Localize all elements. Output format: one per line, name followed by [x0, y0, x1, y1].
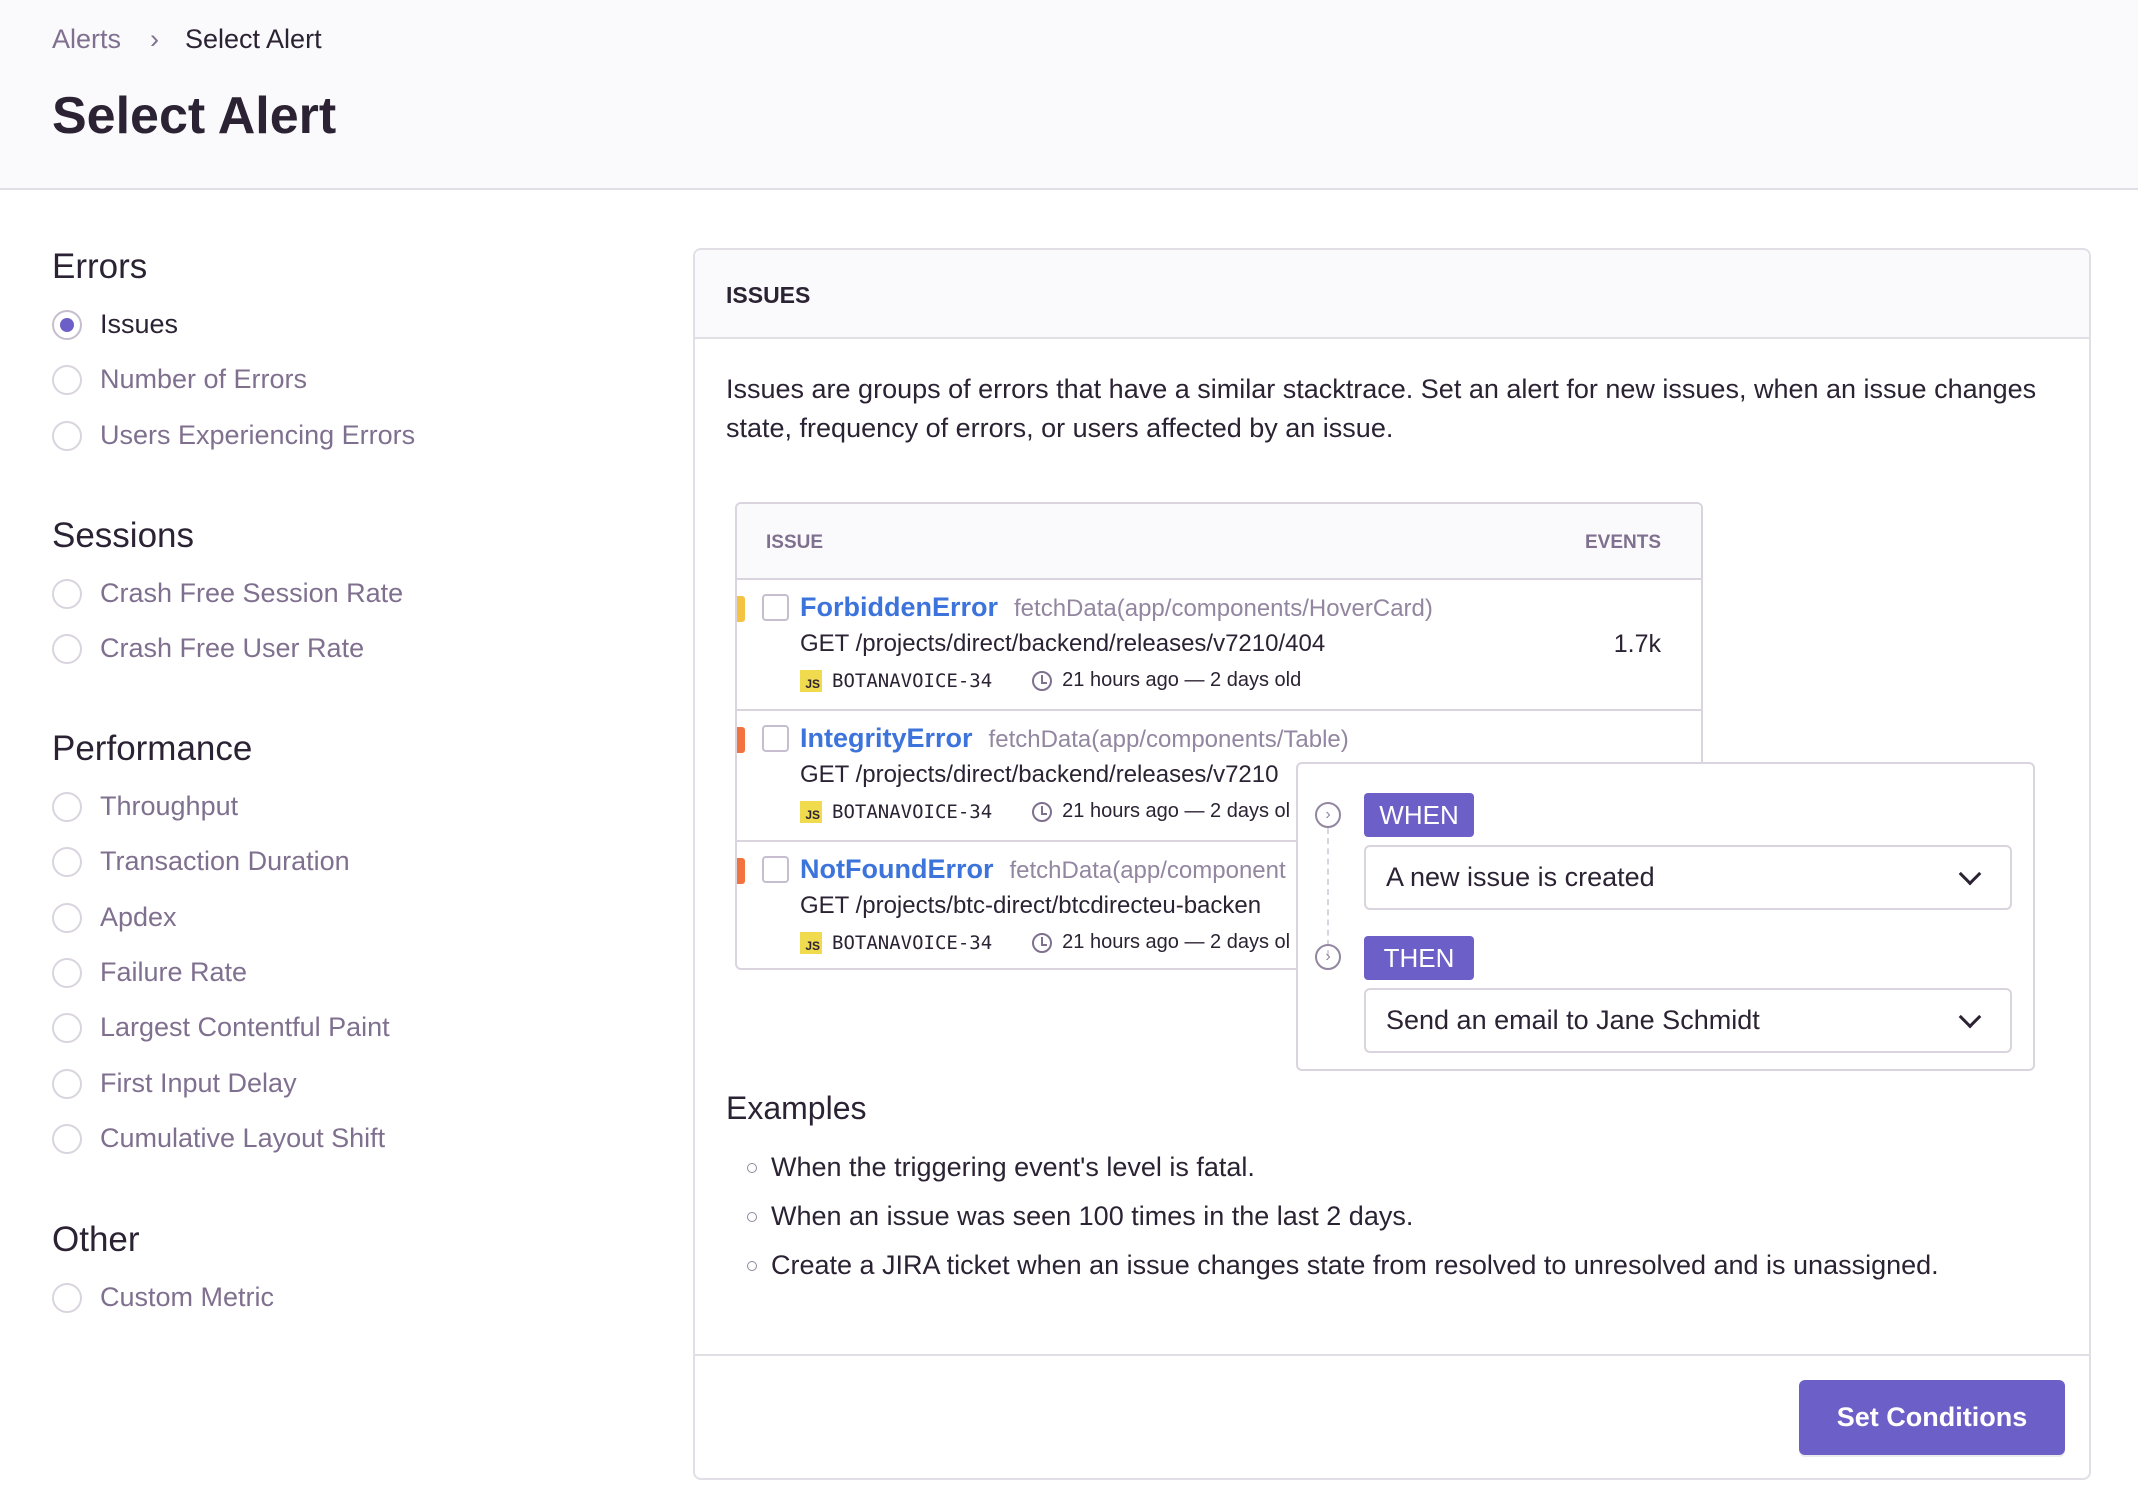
panel-description: Issues are groups of errors that have a …: [726, 374, 2037, 443]
section-title: Other: [52, 1220, 140, 1259]
bullet-icon: [747, 1260, 757, 1271]
page-title: Select Alert: [52, 87, 337, 145]
radio-button[interactable]: [52, 957, 82, 988]
column-issue: ISSUE: [766, 532, 824, 553]
clock-icon: [1032, 932, 1053, 953]
project-id: BOTANAVOICE-34: [832, 931, 993, 954]
issue-title[interactable]: IntegrityError fetchData(app/components/T…: [800, 723, 1349, 754]
clock-icon: [1032, 801, 1053, 822]
radio-button[interactable]: [52, 792, 82, 822]
javascript-icon: JS: [800, 669, 822, 692]
javascript-icon: JS: [800, 931, 822, 954]
alert-type-option[interactable]: Failure Rate: [100, 957, 247, 988]
radio-button[interactable]: [52, 579, 82, 609]
project-id: BOTANAVOICE-34: [832, 800, 993, 823]
issue-type: NotFoundError: [800, 854, 994, 884]
issue-age: 21 hours ago — 2 days old: [1062, 669, 1302, 691]
alert-type-option[interactable]: Number of Errors: [100, 364, 307, 395]
issue-message: GET /projects/direct/backend/releases/v7…: [800, 630, 1326, 657]
level-indicator: [737, 727, 745, 753]
issue-message: GET /projects/btc-direct/btcdirecteu-bac…: [800, 892, 1262, 919]
radio-button[interactable]: [52, 1283, 82, 1313]
radio-button[interactable]: [52, 902, 82, 933]
issue-meta: JS BOTANAVOICE-34 21 hours ago — 2 days ol…: [800, 669, 1301, 692]
alert-type-option[interactable]: Transaction Duration: [100, 846, 350, 877]
alert-type-option[interactable]: Largest Contentful Paint: [100, 1012, 390, 1043]
step-connector: [1327, 828, 1329, 956]
then-value: Send an email to Jane Schmidt: [1386, 1005, 1760, 1035]
when-value: A new issue is created: [1386, 862, 1655, 892]
section-title: Sessions: [52, 516, 195, 555]
issue-meta: JS BOTANAVOICE-34 21 hours ago — 2 days ol: [800, 931, 1290, 954]
issue-type: IntegrityError: [800, 723, 973, 753]
issue-title[interactable]: NotFoundError fetchData(app/component: [800, 854, 1286, 885]
section-title: Errors: [52, 247, 148, 286]
radio-button[interactable]: [52, 634, 82, 665]
radio-button[interactable]: [52, 1123, 82, 1154]
issue-age: 21 hours ago — 2 days ol: [1062, 800, 1291, 822]
issue-type: ForbiddenError: [800, 592, 999, 622]
chevron-right-icon: ›: [1315, 802, 1341, 828]
set-conditions-button[interactable]: Set Conditions: [1799, 1380, 2065, 1455]
examples-title: Examples: [726, 1090, 867, 1126]
when-badge: WHEN: [1364, 793, 1474, 837]
alert-type-option[interactable]: Crash Free Session Rate: [100, 578, 403, 609]
alert-type-option[interactable]: Cumulative Layout Shift: [100, 1123, 385, 1154]
when-select[interactable]: A new issue is created: [1364, 845, 2012, 910]
column-events: EVENTS: [1584, 532, 1661, 553]
panel-header: ISSUES: [695, 250, 2089, 339]
javascript-icon: JS: [800, 800, 822, 823]
radio-button[interactable]: [52, 1068, 82, 1099]
panel-title: ISSUES: [726, 282, 811, 308]
alert-type-option[interactable]: Apdex: [100, 902, 177, 933]
row-checkbox[interactable]: [762, 725, 789, 752]
footer-divider: [695, 1354, 2089, 1356]
level-indicator: [737, 596, 745, 622]
issue-culprit: fetchData(app/components/Table): [988, 726, 1349, 753]
row-checkbox[interactable]: [762, 856, 789, 883]
alert-type-option[interactable]: Issues: [100, 309, 178, 340]
table-row[interactable]: ForbiddenError fetchData(app/components/H…: [737, 578, 1701, 709]
radio-button[interactable]: [52, 1013, 82, 1044]
issue-culprit: fetchData(app/component: [1009, 857, 1286, 884]
project-id: BOTANAVOICE-34: [832, 669, 993, 692]
example-text: When an issue was seen 100 times in the …: [771, 1201, 1414, 1231]
example-item: Create a JIRA ticket when an issue chang…: [747, 1250, 1939, 1281]
example-item: When the triggering event's level is fat…: [747, 1152, 1255, 1183]
section-title: Performance: [52, 729, 253, 768]
breadcrumb-chevron-icon: ›: [150, 24, 159, 54]
event-count: 1.7k: [1613, 630, 1661, 658]
bullet-icon: [747, 1162, 757, 1173]
example-item: When an issue was seen 100 times in the …: [747, 1201, 1413, 1232]
alert-type-option[interactable]: First Input Delay: [100, 1068, 297, 1099]
example-text: Create a JIRA ticket when an issue chang…: [771, 1250, 1939, 1280]
issue-age: 21 hours ago — 2 days ol: [1062, 931, 1291, 953]
issue-message: GET /projects/direct/backend/releases/v7…: [800, 761, 1279, 788]
alert-type-option[interactable]: Users Experiencing Errors: [100, 420, 415, 451]
level-indicator: [737, 858, 745, 884]
example-text: When the triggering event's level is fat…: [771, 1152, 1255, 1182]
issue-meta: JS BOTANAVOICE-34 21 hours ago — 2 days ol: [800, 800, 1290, 823]
chevron-down-icon: [1958, 862, 1982, 885]
radio-button[interactable]: [52, 420, 82, 451]
radio-button[interactable]: [52, 847, 82, 878]
table-header: [737, 504, 1701, 578]
then-select[interactable]: Send an email to Jane Schmidt: [1364, 988, 2012, 1053]
alert-type-option[interactable]: Custom Metric: [100, 1282, 274, 1313]
rule-builder: › WHEN A new issue is created › THEN Sen…: [1296, 762, 2035, 1071]
row-checkbox[interactable]: [762, 594, 789, 621]
clock-icon: [1032, 670, 1053, 691]
chevron-right-icon: ›: [1315, 944, 1341, 970]
radio-button[interactable]: [52, 310, 82, 340]
issue-title[interactable]: ForbiddenError fetchData(app/components/H…: [800, 592, 1433, 623]
then-badge: THEN: [1364, 936, 1474, 980]
bullet-icon: [747, 1211, 757, 1222]
breadcrumb-current: Select Alert: [185, 24, 322, 54]
breadcrumb-alerts[interactable]: Alerts: [52, 24, 121, 55]
alert-type-option[interactable]: Throughput: [100, 791, 238, 822]
alert-type-option[interactable]: Crash Free User Rate: [100, 633, 364, 664]
issue-culprit: fetchData(app/components/HoverCard): [1014, 595, 1433, 622]
radio-button[interactable]: [52, 365, 82, 396]
chevron-down-icon: [1958, 1005, 1982, 1028]
